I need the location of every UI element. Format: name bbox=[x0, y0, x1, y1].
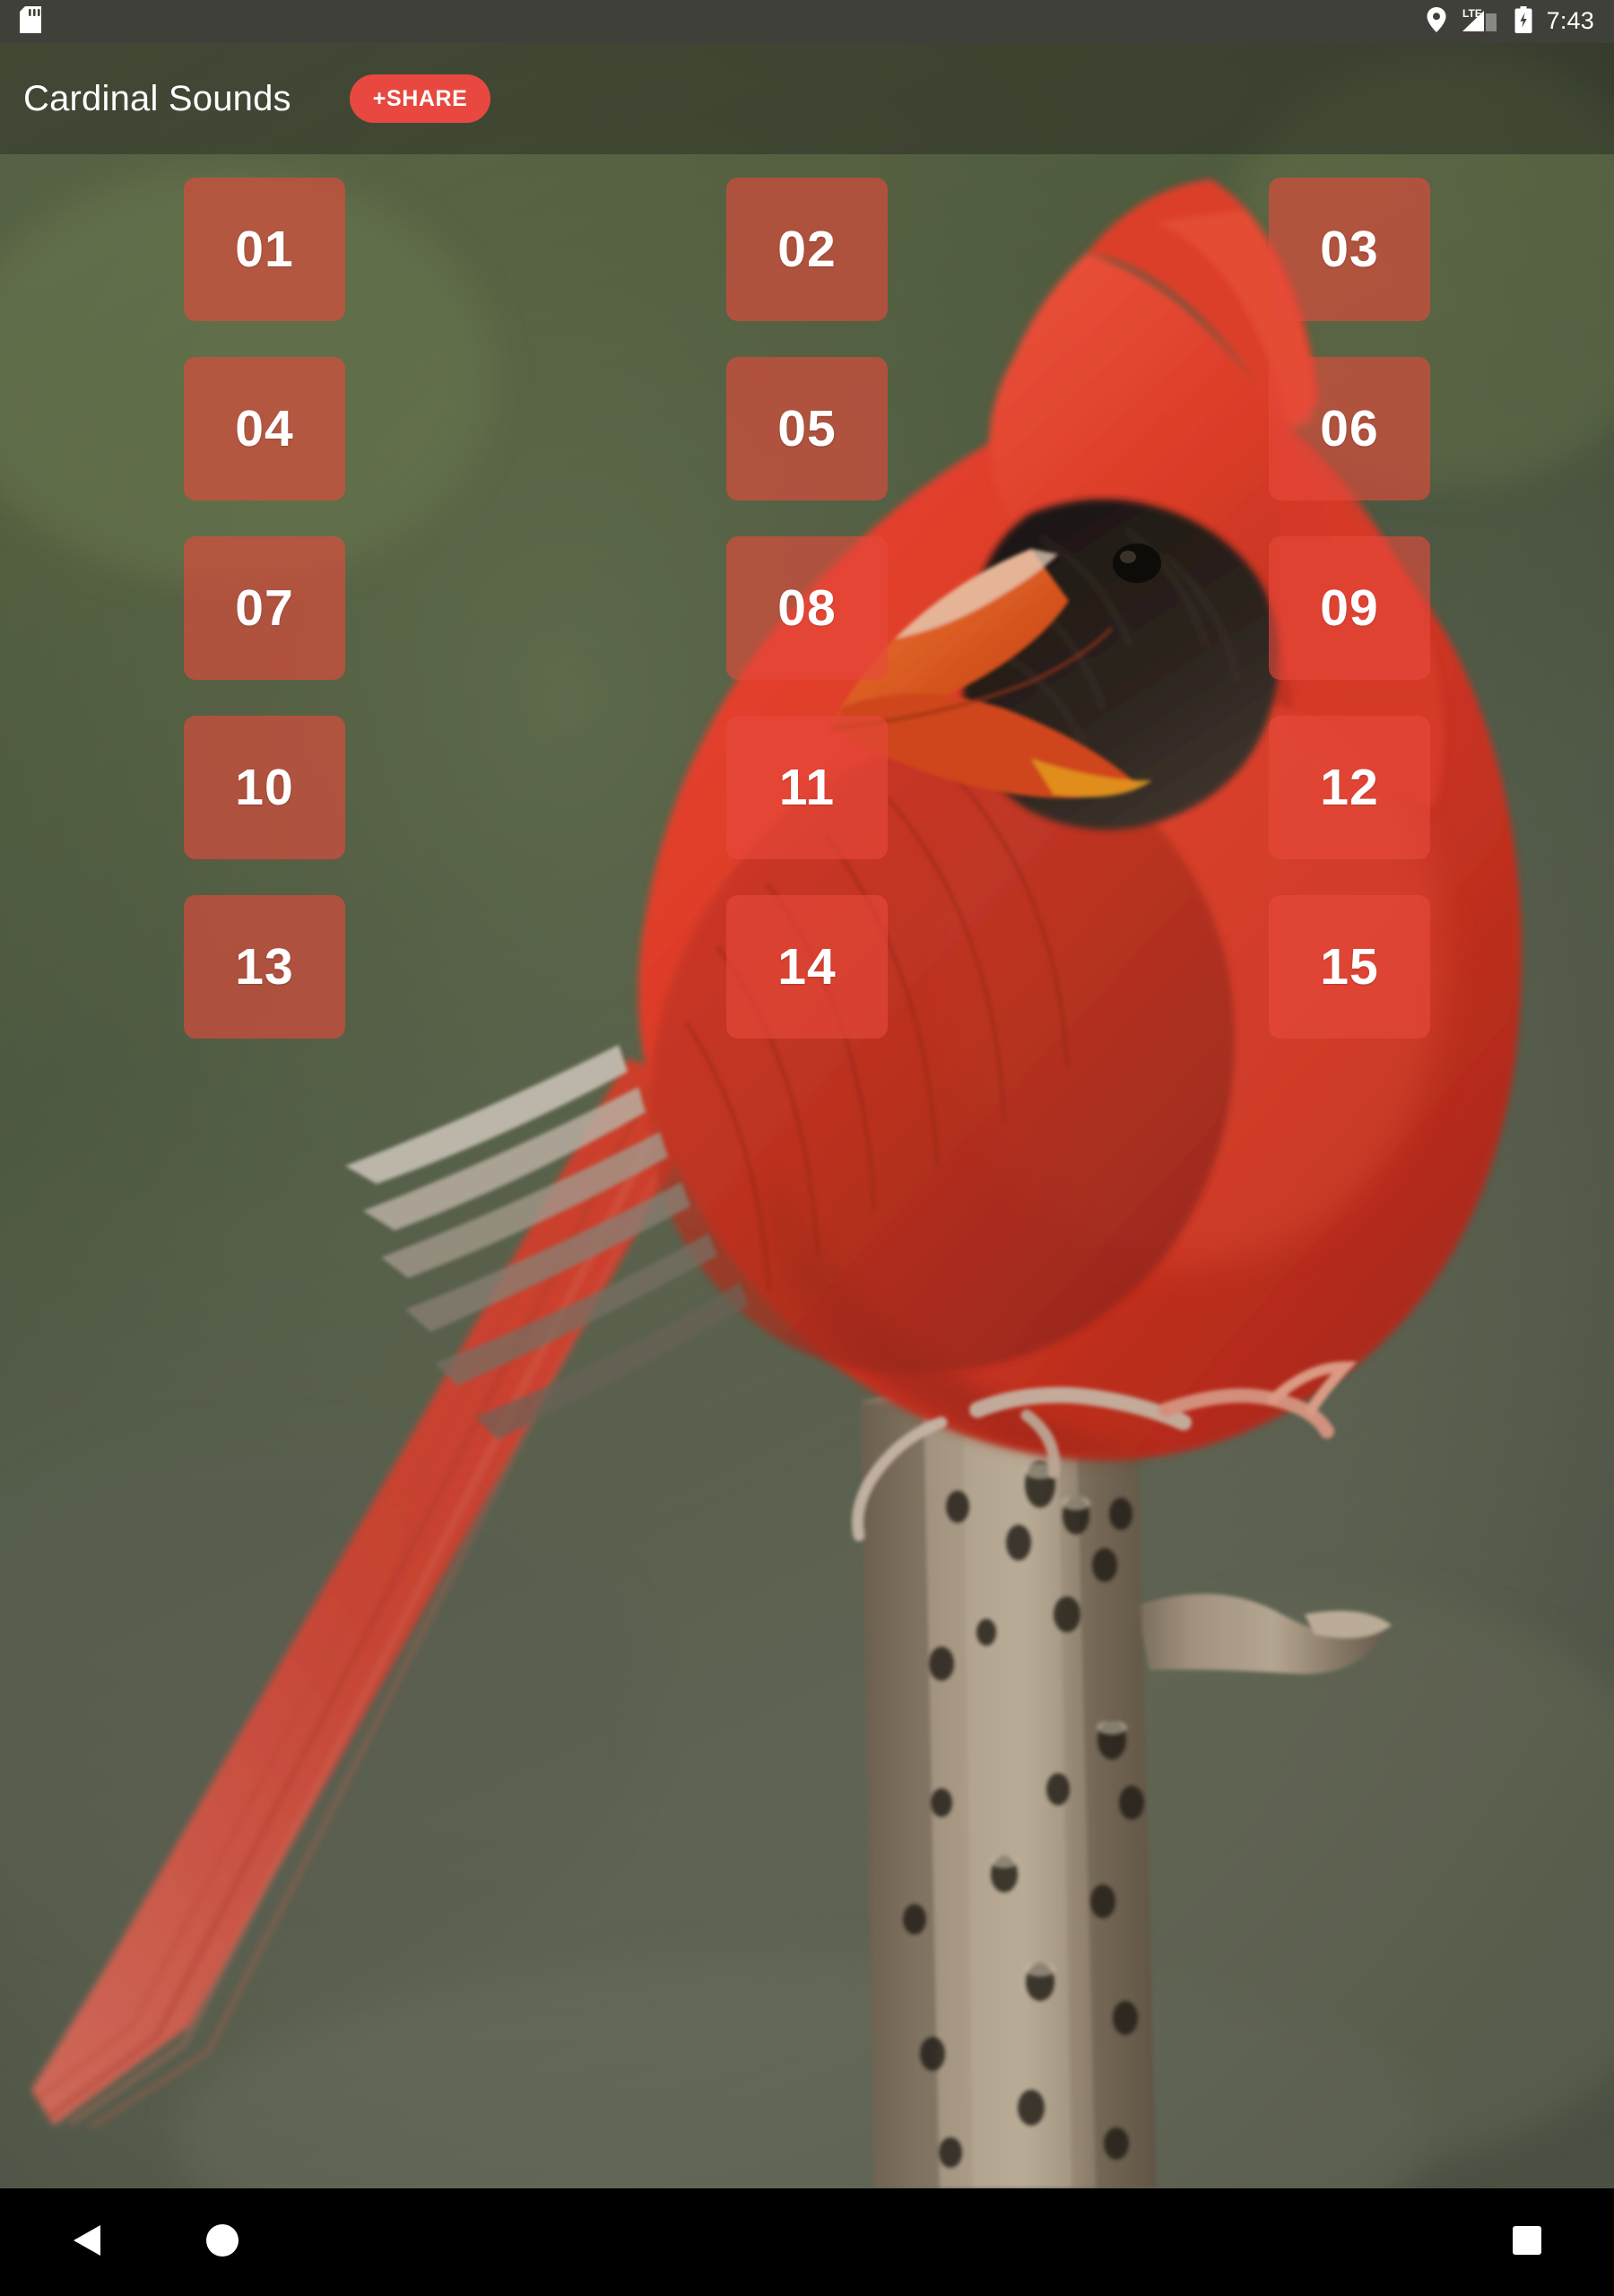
sound-button-10[interactable]: 10 bbox=[184, 716, 345, 859]
status-bar: LTE 7:43 bbox=[0, 0, 1614, 43]
sound-button-12[interactable]: 12 bbox=[1269, 716, 1430, 859]
sound-button-13[interactable]: 13 bbox=[184, 895, 345, 1039]
sound-button-03[interactable]: 03 bbox=[1269, 178, 1430, 321]
square-icon bbox=[1512, 2225, 1542, 2260]
sound-button-04[interactable]: 04 bbox=[184, 357, 345, 500]
android-navigation-bar bbox=[0, 2188, 1614, 2296]
lte-signal-icon: LTE bbox=[1461, 6, 1500, 38]
sound-button-15[interactable]: 15 bbox=[1269, 895, 1430, 1039]
circle-icon bbox=[204, 2222, 240, 2263]
triangle-left-icon bbox=[70, 2223, 102, 2262]
home-button[interactable] bbox=[188, 2206, 256, 2279]
back-button[interactable] bbox=[54, 2207, 118, 2278]
recents-button[interactable] bbox=[1496, 2209, 1558, 2276]
sound-button-11[interactable]: 11 bbox=[726, 716, 888, 859]
battery-charging-icon bbox=[1514, 5, 1532, 38]
sound-button-09[interactable]: 09 bbox=[1269, 536, 1430, 680]
sound-button-05[interactable]: 05 bbox=[726, 357, 888, 500]
sound-button-06[interactable]: 06 bbox=[1269, 357, 1430, 500]
sound-button-14[interactable]: 14 bbox=[726, 895, 888, 1039]
sound-button-01[interactable]: 01 bbox=[184, 178, 345, 321]
sd-card-icon bbox=[20, 5, 41, 38]
location-pin-icon bbox=[1427, 6, 1446, 37]
share-button[interactable]: +SHARE bbox=[349, 74, 491, 123]
phone-screen: LTE 7:43 Cardinal Sounds +SHARE 01 02 03… bbox=[0, 0, 1614, 2296]
status-bar-clock: 7:43 bbox=[1546, 6, 1594, 34]
sound-button-07[interactable]: 07 bbox=[184, 536, 345, 680]
sound-button-08[interactable]: 08 bbox=[726, 536, 888, 680]
status-bar-right-icons: LTE 7:43 bbox=[1427, 5, 1594, 38]
status-bar-left-icons bbox=[20, 5, 41, 38]
sound-button-grid: 01 02 03 04 05 06 07 08 09 10 11 12 13 1… bbox=[184, 178, 1430, 1039]
app-bar: Cardinal Sounds +SHARE bbox=[0, 43, 1614, 154]
app-title: Cardinal Sounds bbox=[23, 78, 291, 118]
sound-button-02[interactable]: 02 bbox=[726, 178, 888, 321]
